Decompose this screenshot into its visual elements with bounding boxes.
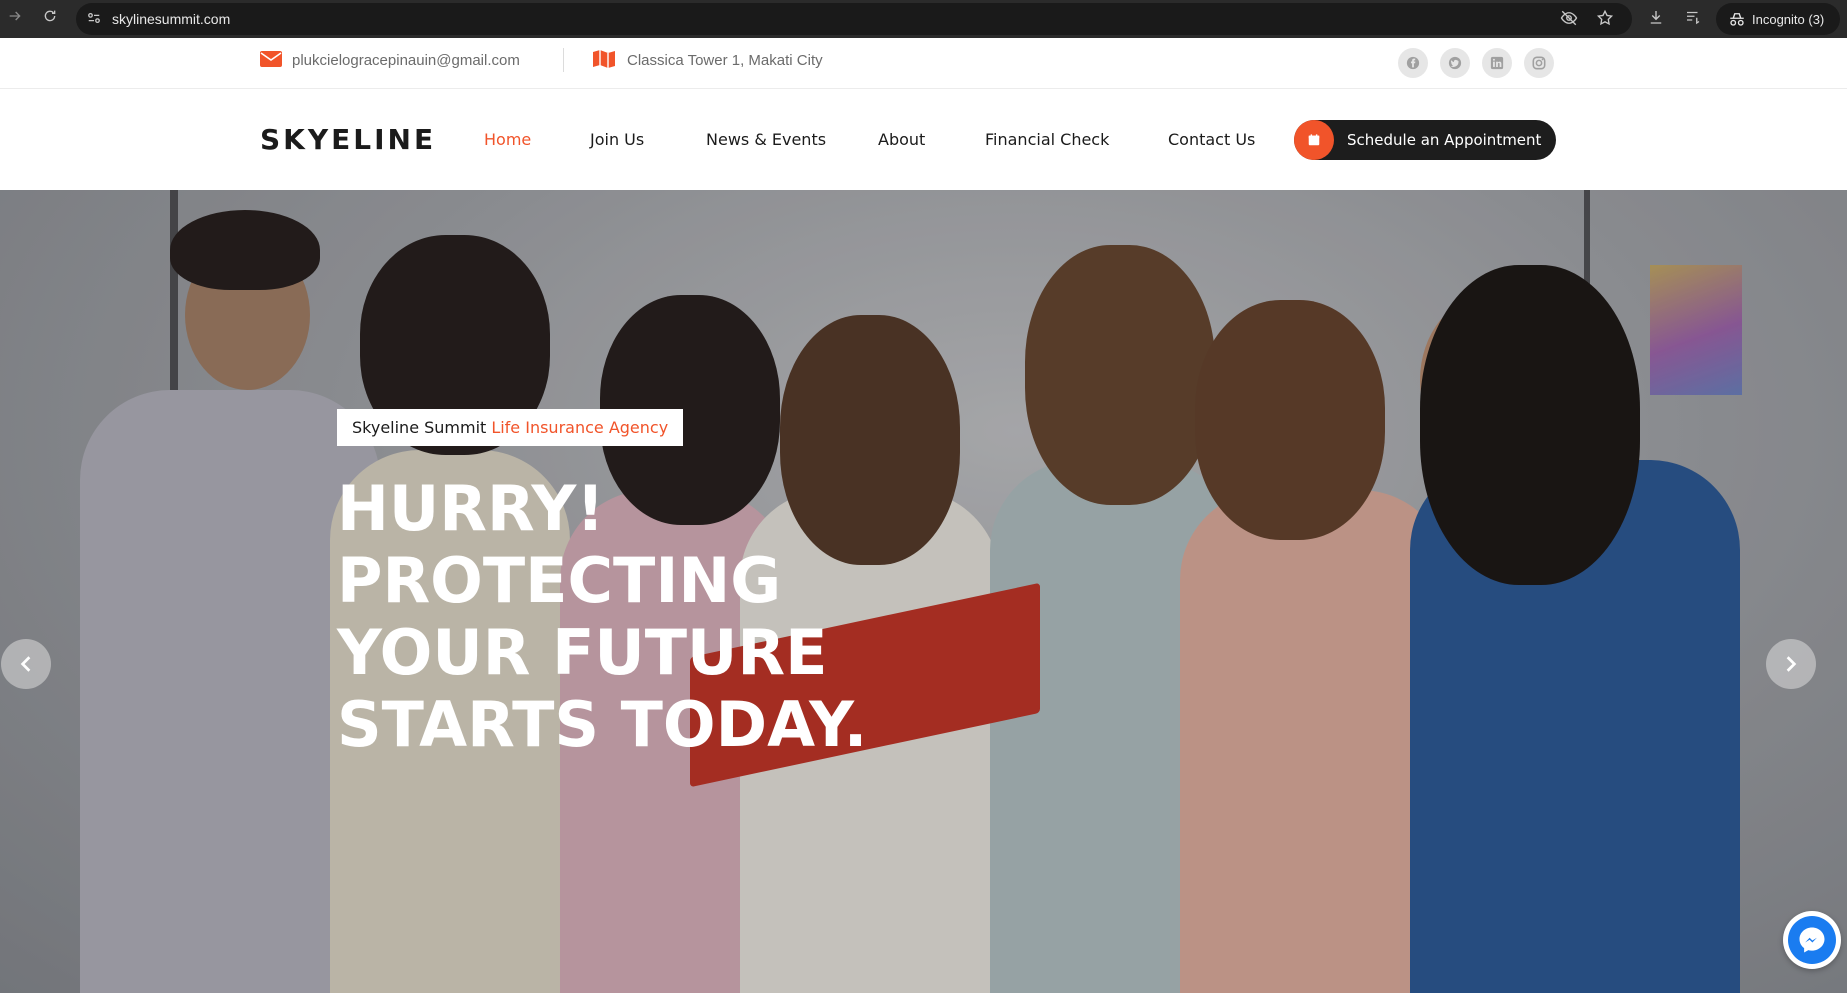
- site-info-icon[interactable]: [86, 11, 102, 27]
- reload-icon[interactable]: [39, 8, 61, 30]
- nav-financial-check[interactable]: Financial Check: [985, 130, 1109, 149]
- top-info-bar: plukcielogracepinauin@gmail.com Classica…: [0, 38, 1847, 89]
- twitter-icon[interactable]: [1440, 48, 1470, 78]
- messenger-chat-button[interactable]: [1783, 911, 1841, 969]
- site-logo[interactable]: SKYELINE: [260, 123, 436, 156]
- nav-contact-us[interactable]: Contact Us: [1168, 130, 1255, 149]
- eye-off-icon[interactable]: [1560, 9, 1580, 29]
- main-navbar: SKYELINE Home Join Us News & Events Abou…: [0, 89, 1847, 190]
- nav-about[interactable]: About: [878, 130, 925, 149]
- headline-line: STARTS TODAY.: [337, 688, 868, 761]
- slider-prev-button[interactable]: [1, 639, 51, 689]
- map-icon: [592, 49, 616, 69]
- contact-email[interactable]: plukcielogracepinauin@gmail.com: [292, 52, 520, 69]
- hero-slider: Skyeline Summit Life Insurance Agency HU…: [0, 190, 1847, 993]
- chevron-right-icon: [1786, 656, 1797, 672]
- nav-news-events[interactable]: News & Events: [706, 130, 826, 149]
- nav-join-us[interactable]: Join Us: [590, 130, 644, 149]
- bookmark-star-icon[interactable]: [1596, 9, 1616, 29]
- instagram-icon[interactable]: [1524, 48, 1554, 78]
- incognito-label: Incognito (3): [1752, 12, 1825, 27]
- office-address: Classica Tower 1, Makati City: [627, 52, 823, 69]
- browser-toolbar: skylinesummit.com Incognito (3): [0, 0, 1847, 38]
- facebook-icon[interactable]: [1398, 48, 1428, 78]
- messenger-icon: [1788, 916, 1836, 964]
- address-bar[interactable]: skylinesummit.com: [76, 3, 1632, 35]
- url-text[interactable]: skylinesummit.com: [112, 11, 230, 27]
- schedule-appointment-label: Schedule an Appointment: [1347, 131, 1542, 149]
- headline-line: PROTECTING: [337, 544, 782, 617]
- reading-list-icon[interactable]: [1684, 8, 1706, 30]
- divider: [563, 48, 564, 72]
- forward-icon[interactable]: [4, 8, 26, 30]
- nav-home[interactable]: Home: [484, 130, 531, 149]
- headline-line: HURRY!: [337, 472, 605, 545]
- hero-tagline: Skyeline Summit Life Insurance Agency: [337, 409, 684, 446]
- chevron-left-icon: [20, 656, 31, 672]
- slider-next-button[interactable]: [1766, 639, 1816, 689]
- headline-line: YOUR FUTURE: [337, 616, 828, 689]
- incognito-icon: [1728, 11, 1746, 27]
- hero-headline: HURRY! PROTECTING YOUR FUTURE STARTS TOD…: [337, 473, 957, 761]
- linkedin-icon[interactable]: [1482, 48, 1512, 78]
- calendar-icon: [1294, 120, 1334, 160]
- download-icon[interactable]: [1647, 8, 1669, 30]
- envelope-icon: [260, 51, 282, 67]
- tagline-highlight: Life Insurance Agency: [491, 418, 669, 437]
- schedule-appointment-button[interactable]: Schedule an Appointment: [1294, 120, 1556, 160]
- tagline-prefix: Skyeline Summit: [352, 418, 487, 437]
- incognito-button[interactable]: Incognito (3): [1716, 3, 1840, 35]
